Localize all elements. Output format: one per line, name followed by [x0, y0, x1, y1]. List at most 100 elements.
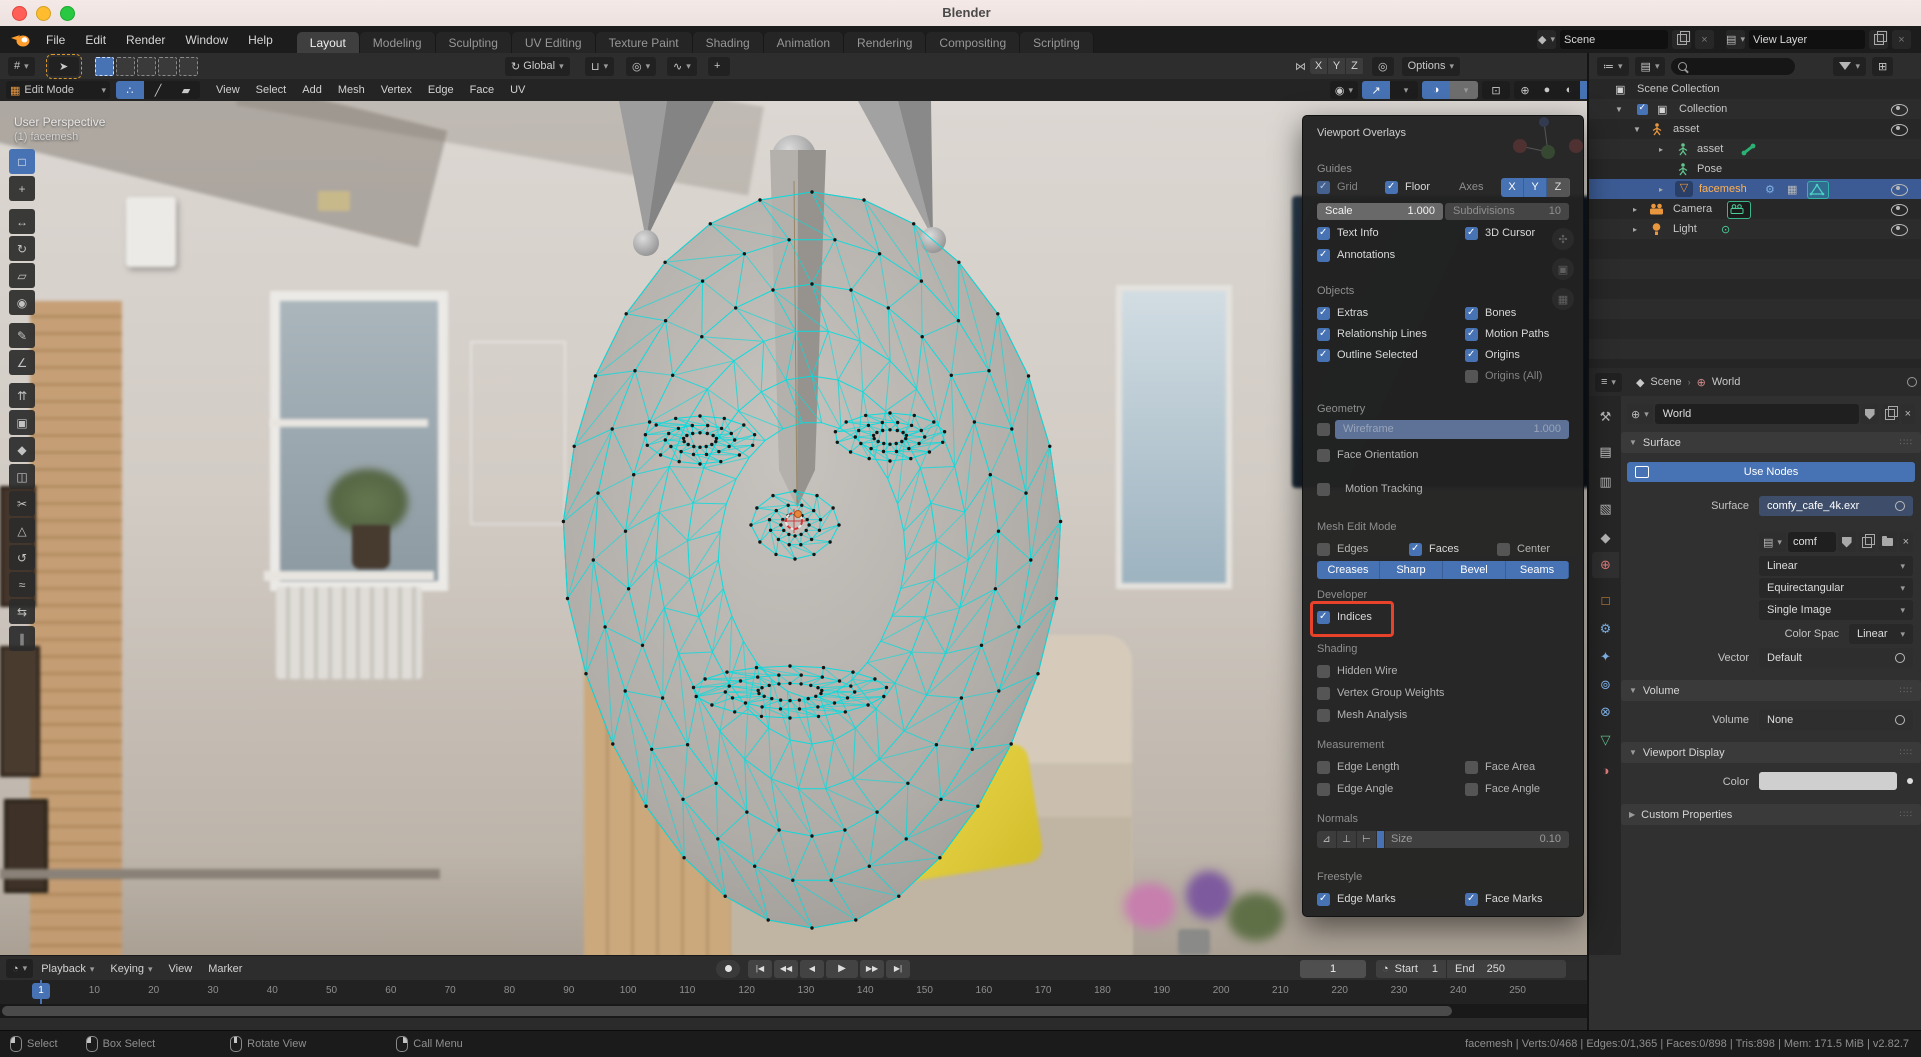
active-tool-icon[interactable]: ➤	[49, 57, 79, 76]
viewport-display-panel-header[interactable]: ▼ Viewport Display∷∷	[1621, 742, 1921, 763]
disclosure-icon[interactable]: ▸	[1633, 225, 1637, 234]
disclosure-icon[interactable]: ▸	[1659, 185, 1663, 194]
pin-icon[interactable]	[1907, 377, 1917, 387]
hidden-wire-checkbox[interactable]	[1317, 665, 1330, 678]
editor-type-button[interactable]: #▾	[8, 57, 35, 76]
menu-help[interactable]: Help	[238, 26, 283, 53]
open-image-folder-icon[interactable]	[1878, 532, 1897, 552]
viewport-menu-face[interactable]: Face	[462, 84, 502, 96]
frame-tick[interactable]: 200	[1204, 985, 1238, 996]
gizmos-toggle[interactable]: ↗	[1362, 81, 1390, 99]
view-layer-selector[interactable]: View Layer	[1749, 30, 1865, 49]
tab-animation[interactable]: Animation	[764, 32, 844, 53]
timeline-scrollbar[interactable]	[0, 1004, 1587, 1018]
tab-scene[interactable]: ◆	[1592, 525, 1619, 551]
jump-to-end-button[interactable]: ▶|	[886, 960, 910, 978]
mirror-z-button[interactable]: Z	[1346, 58, 1364, 74]
select-subtract-button[interactable]	[137, 57, 156, 76]
frame-tick[interactable]: 40	[255, 985, 289, 996]
menu-file[interactable]: File	[36, 26, 75, 53]
play-button[interactable]: ▶	[826, 960, 858, 978]
frame-tick[interactable]: 170	[1026, 985, 1060, 996]
fake-user-shield-icon[interactable]	[1861, 404, 1879, 424]
select-new-button[interactable]	[95, 57, 114, 76]
grid-checkbox[interactable]	[1317, 181, 1330, 194]
face-area-checkbox[interactable]	[1465, 761, 1478, 774]
source-dropdown[interactable]: Single Image▾	[1759, 600, 1913, 620]
auto-keying-record-button[interactable]	[716, 960, 740, 978]
tab-render[interactable]: ▤	[1592, 439, 1619, 465]
timeline-menu-view[interactable]: View	[161, 963, 201, 975]
wireframe-shading-button[interactable]: ⊕	[1514, 81, 1536, 99]
overlays-dropdown[interactable]: ▾	[1450, 81, 1478, 99]
outliner-row-camera[interactable]: ▸ Camera	[1589, 199, 1921, 219]
select-intersect-button[interactable]	[179, 57, 198, 76]
tab-object[interactable]: □	[1592, 587, 1619, 613]
current-frame-field[interactable]: 1	[1300, 960, 1366, 978]
edge-angle-checkbox[interactable]	[1317, 783, 1330, 796]
mode-dropdown[interactable]: ▦ Edit Mode▾	[6, 81, 110, 99]
outliner-filter-type-dropdown[interactable]: ▤▾	[1635, 57, 1666, 76]
image-name-field[interactable]: comf	[1788, 532, 1836, 552]
copy-datablock-icon[interactable]	[1858, 532, 1876, 552]
timeline-menu-marker[interactable]: Marker	[200, 963, 250, 975]
projection-dropdown[interactable]: Equirectangular▾	[1759, 578, 1913, 598]
end-frame-field[interactable]: End250	[1455, 963, 1505, 975]
options-dropdown[interactable]: Options▾	[1402, 57, 1460, 76]
creases-button[interactable]: Creases	[1317, 561, 1380, 579]
bones-checkbox[interactable]	[1465, 307, 1478, 320]
vertex-select-button[interactable]: ∴	[116, 81, 144, 99]
axis-y-button[interactable]: Y	[1524, 178, 1547, 197]
world-browse-button[interactable]: ⊕▾	[1627, 404, 1653, 424]
frame-tick[interactable]: 70	[433, 985, 467, 996]
tab-view-layer[interactable]: ▧	[1592, 496, 1619, 522]
tab-rendering[interactable]: Rendering	[844, 32, 926, 53]
outliner-filter-dropdown[interactable]: ▾	[1833, 57, 1866, 76]
surface-panel-header[interactable]: ▼ Surface∷∷	[1621, 432, 1921, 453]
prev-keyframe-button[interactable]: ◀◀	[774, 960, 798, 978]
tool-spin[interactable]: ↺	[9, 545, 35, 570]
tab-world[interactable]: ⊕	[1592, 552, 1619, 578]
tab-uv-editing[interactable]: UV Editing	[512, 32, 596, 53]
outliner-row-pose[interactable]: Pose	[1589, 159, 1921, 179]
tool-cursor[interactable]: +	[9, 176, 35, 201]
outliner-row-asset[interactable]: ▼ asset	[1589, 119, 1921, 139]
unlink-datablock-icon[interactable]: ×	[1901, 404, 1915, 424]
use-nodes-button[interactable]: Use Nodes	[1627, 462, 1915, 482]
frame-tick[interactable]: 250	[1501, 985, 1535, 996]
face-angle-checkbox[interactable]	[1465, 783, 1478, 796]
tab-particles[interactable]: ✦	[1592, 644, 1619, 670]
tool-rotate[interactable]: ↻	[9, 236, 35, 261]
origins-all-checkbox[interactable]	[1465, 370, 1478, 383]
frame-tick[interactable]: 80	[492, 985, 526, 996]
frame-tick[interactable]: 90	[552, 985, 586, 996]
tab-sculpting[interactable]: Sculpting	[436, 32, 512, 53]
snap-dropdown[interactable]: ⊔▾	[585, 57, 614, 76]
annotations-checkbox[interactable]	[1317, 249, 1330, 262]
frame-tick[interactable]: 60	[374, 985, 408, 996]
grid-subdivisions-slider[interactable]: Subdivisions10	[1445, 203, 1569, 220]
tool-shear[interactable]: ∥	[9, 626, 35, 651]
breadcrumb-scene[interactable]: Scene	[1650, 376, 1681, 388]
wireframe-checkbox[interactable]	[1317, 423, 1330, 436]
scene-selector[interactable]: Scene	[1560, 30, 1668, 49]
scene-browse-icon[interactable]: ◆▾	[1537, 30, 1556, 49]
remove-viewlayer-icon[interactable]: ×	[1892, 30, 1911, 49]
mirror-y-button[interactable]: Y	[1328, 58, 1346, 74]
frame-tick[interactable]: 10	[77, 985, 111, 996]
tool-loop-cut[interactable]: ◫	[9, 464, 35, 489]
viewport-menu-vertex[interactable]: Vertex	[373, 84, 420, 96]
tool-annotate[interactable]: ✎	[9, 323, 35, 348]
frame-tick[interactable]: 160	[967, 985, 1001, 996]
new-scene-icon[interactable]	[1672, 30, 1691, 49]
surface-value-button[interactable]: comfy_cafe_4k.exr	[1759, 496, 1913, 516]
edges-checkbox[interactable]	[1317, 543, 1330, 556]
center-checkbox[interactable]	[1497, 543, 1510, 556]
volume-panel-header[interactable]: ▼ Volume∷∷	[1621, 680, 1921, 701]
outliner-row-facemesh[interactable]: ▸ ▽ facemesh ⚙ ▦	[1589, 179, 1921, 199]
outliner-row-scene-collection[interactable]: ▣ Scene Collection	[1589, 79, 1921, 99]
unlink-scene-icon[interactable]: ×	[1695, 30, 1714, 49]
frame-tick[interactable]: 180	[1085, 985, 1119, 996]
viewport-menu-add[interactable]: Add	[294, 84, 330, 96]
edge-length-checkbox[interactable]	[1317, 761, 1330, 774]
